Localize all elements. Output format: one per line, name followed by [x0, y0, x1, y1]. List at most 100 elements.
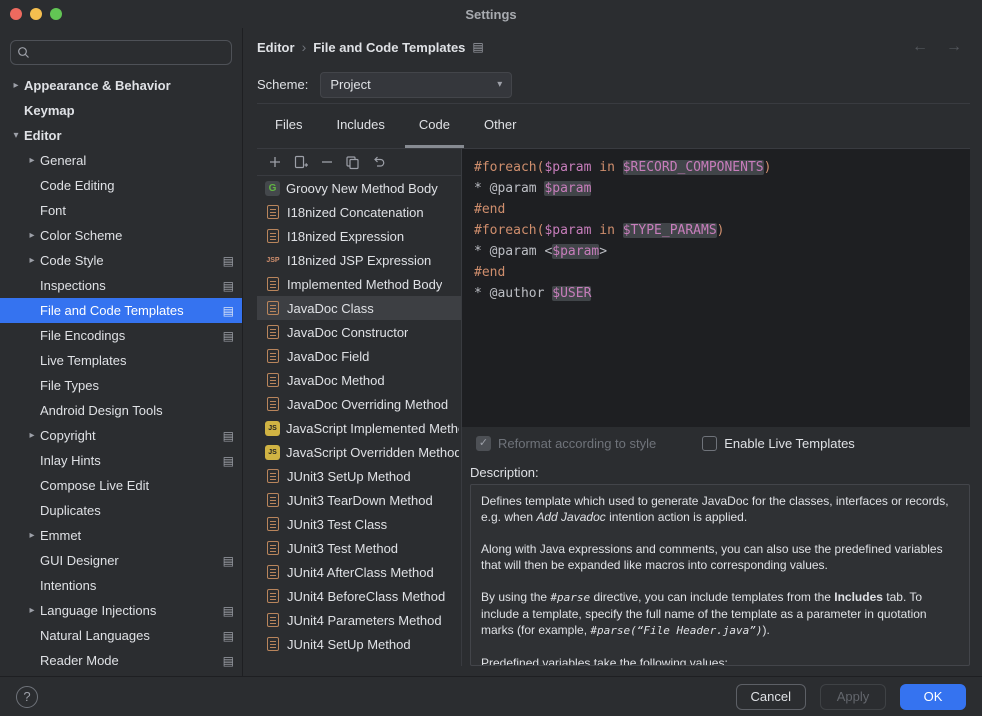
chevron-right-icon[interactable]: ▸	[24, 430, 40, 441]
reformat-checkbox[interactable]: Reformat according to style	[476, 436, 656, 451]
tab-files[interactable]: Files	[261, 104, 316, 148]
template-item-label: Groovy New Method Body	[286, 181, 438, 196]
sidebar-item-label: Keymap	[24, 103, 75, 118]
search-input[interactable]	[35, 45, 225, 60]
template-file-icon	[267, 613, 279, 627]
sidebar-item-code-style[interactable]: ▸Code Style ▤	[0, 248, 242, 273]
template-item-javascript-implemented-method-body[interactable]: JSJavaScript Implemented Method Body	[257, 416, 461, 440]
template-file-icon	[267, 229, 279, 243]
forward-arrow-icon[interactable]: →	[946, 38, 962, 56]
sidebar-item-file-and-code-templates[interactable]: File and Code Templates▤	[0, 298, 242, 323]
create-child-template-icon[interactable]	[292, 154, 309, 171]
chevron-right-icon[interactable]: ▸	[24, 230, 40, 241]
sidebar-item-editor[interactable]: ▾Editor	[0, 123, 242, 148]
sidebar-item-label: Reader Mode	[40, 653, 119, 668]
minimize-window-button[interactable]	[30, 8, 42, 20]
template-item-junit4-beforeclass-method[interactable]: JUnit4 BeforeClass Method	[257, 584, 461, 608]
template-item-label: JUnit3 SetUp Method	[287, 469, 411, 484]
sidebar-item-file-encodings[interactable]: File Encodings▤	[0, 323, 242, 348]
close-window-button[interactable]	[10, 8, 22, 20]
code-token: )	[717, 223, 725, 238]
template-item-junit3-teardown-method[interactable]: JUnit3 TearDown Method	[257, 488, 461, 512]
cancel-button[interactable]: Cancel	[736, 684, 806, 710]
in-editor-settings-icon: ▤	[223, 255, 234, 267]
template-item-label: JUnit4 Parameters Method	[287, 613, 442, 628]
sidebar-item-label: Code Style	[40, 253, 104, 268]
sidebar-item-emmet[interactable]: ▸Emmet	[0, 523, 242, 548]
sidebar-item-duplicates[interactable]: Duplicates	[0, 498, 242, 523]
sidebar-item-language-injections[interactable]: ▸Language Injections▤	[0, 598, 242, 623]
sidebar-item-intentions[interactable]: Intentions	[0, 573, 242, 598]
sidebar-item-font[interactable]: Font	[0, 198, 242, 223]
reset-to-default-icon[interactable]	[370, 154, 387, 171]
template-item-label: JavaDoc Field	[287, 349, 369, 364]
chevron-right-icon[interactable]: ▸	[8, 80, 24, 91]
tab-includes[interactable]: Includes	[322, 104, 398, 148]
apply-button[interactable]: Apply	[820, 684, 886, 710]
template-item-javadoc-field[interactable]: JavaDoc Field	[257, 344, 461, 368]
zoom-window-button[interactable]	[50, 8, 62, 20]
template-item-javadoc-method[interactable]: JavaDoc Method	[257, 368, 461, 392]
template-item-javadoc-class[interactable]: JavaDoc Class	[257, 296, 461, 320]
template-file-icon	[267, 517, 279, 531]
ok-button[interactable]: OK	[900, 684, 966, 710]
help-button[interactable]: ?	[16, 686, 38, 708]
template-item-junit3-test-method[interactable]: JUnit3 Test Method	[257, 536, 461, 560]
template-item-implemented-method-body[interactable]: Implemented Method Body	[257, 272, 461, 296]
back-arrow-icon[interactable]: ←	[912, 38, 928, 56]
sidebar-item-inspections[interactable]: Inspections▤	[0, 273, 242, 298]
template-item-label: JUnit4 BeforeClass Method	[287, 589, 445, 604]
sidebar-item-file-types[interactable]: File Types	[0, 373, 242, 398]
tab-other[interactable]: Other	[470, 104, 531, 148]
chevron-right-icon[interactable]: ▸	[24, 155, 40, 166]
template-item-junit3-setup-method[interactable]: JUnit3 SetUp Method	[257, 464, 461, 488]
template-item-junit4-parameters-method[interactable]: JUnit4 Parameters Method	[257, 608, 461, 632]
sidebar-item-color-scheme[interactable]: ▸Color Scheme	[0, 223, 242, 248]
template-item-i18nized-concatenation[interactable]: I18nized Concatenation	[257, 200, 461, 224]
sidebar-item-live-templates[interactable]: Live Templates	[0, 348, 242, 373]
chevron-down-icon[interactable]: ▾	[8, 130, 24, 141]
live-templates-checkbox-box[interactable]	[702, 436, 717, 451]
template-item-junit4-afterclass-method[interactable]: JUnit4 AfterClass Method	[257, 560, 461, 584]
code-line: * @param <$param>	[474, 241, 958, 262]
remove-template-icon[interactable]	[318, 154, 335, 171]
template-item-i18nized-expression[interactable]: I18nized Expression	[257, 224, 461, 248]
sidebar-item-android-design-tools[interactable]: Android Design Tools	[0, 398, 242, 423]
add-template-icon[interactable]	[266, 154, 283, 171]
template-item-junit3-test-class[interactable]: JUnit3 Test Class	[257, 512, 461, 536]
reformat-checkbox-box[interactable]	[476, 436, 491, 451]
scheme-select[interactable]: Project ▾	[320, 72, 512, 98]
chevron-right-icon[interactable]: ▸	[24, 255, 40, 266]
sidebar-item-label: Color Scheme	[40, 228, 122, 243]
template-editor[interactable]: #foreach($param in $RECORD_COMPONENTS) *…	[462, 149, 970, 427]
template-item-groovy-new-method-body[interactable]: GGroovy New Method Body	[257, 176, 461, 200]
template-item-javadoc-constructor[interactable]: JavaDoc Constructor	[257, 320, 461, 344]
description-text: directive, you can include templates fro…	[590, 590, 834, 604]
chevron-right-icon[interactable]: ▸	[24, 530, 40, 541]
breadcrumb-editor[interactable]: Editor	[257, 40, 295, 55]
copy-template-icon[interactable]	[344, 154, 361, 171]
sidebar-item-natural-languages[interactable]: Natural Languages▤	[0, 623, 242, 648]
sidebar-item-compose-live-edit[interactable]: Compose Live Edit	[0, 473, 242, 498]
settings-search-box[interactable]	[10, 40, 232, 65]
sidebar-item-inlay-hints[interactable]: Inlay Hints▤	[0, 448, 242, 473]
sidebar-item-general[interactable]: ▸General	[0, 148, 242, 173]
sidebar-item-copyright[interactable]: ▸Copyright▤	[0, 423, 242, 448]
template-item-label: JavaScript Implemented Method Body	[286, 421, 459, 436]
sidebar-item-reader-mode[interactable]: Reader Mode▤	[0, 648, 242, 673]
history-navigation: ← →	[912, 38, 970, 56]
search-icon	[17, 46, 30, 59]
template-item-i18nized-jsp-expression[interactable]: JSPI18nized JSP Expression	[257, 248, 461, 272]
template-item-javadoc-overriding-method[interactable]: JavaDoc Overriding Method	[257, 392, 461, 416]
settings-content: Editor › File and Code Templates ▤ ← → S…	[243, 28, 982, 676]
template-item-junit4-setup-method[interactable]: JUnit4 SetUp Method	[257, 632, 461, 656]
sidebar-item-code-editing[interactable]: Code Editing	[0, 173, 242, 198]
code-token: $TYPE_PARAMS	[623, 223, 717, 238]
chevron-right-icon[interactable]: ▸	[24, 605, 40, 616]
live-templates-checkbox[interactable]: Enable Live Templates	[702, 436, 855, 451]
sidebar-item-gui-designer[interactable]: GUI Designer▤	[0, 548, 242, 573]
sidebar-item-keymap[interactable]: Keymap	[0, 98, 242, 123]
tab-code[interactable]: Code	[405, 104, 464, 148]
sidebar-item-appearance-behavior[interactable]: ▸Appearance & Behavior	[0, 73, 242, 98]
template-item-javascript-overridden-method-body[interactable]: JSJavaScript Overridden Method Body	[257, 440, 461, 464]
